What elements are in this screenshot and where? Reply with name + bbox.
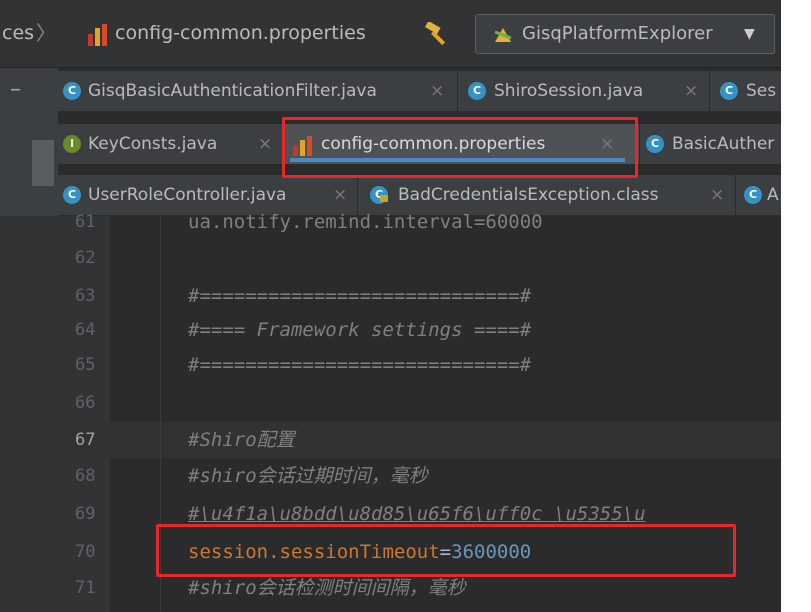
editor-tabs-row-1: C GisqBasicAuthenticationFilter.java × C… [58, 71, 781, 111]
class-icon: C [63, 186, 81, 204]
tab-label: GisqBasicAuthenticationFilter.java [88, 81, 377, 101]
interface-icon: I [63, 135, 81, 153]
run-config-icon [493, 26, 513, 44]
tab-ses[interactable]: C Ses [710, 71, 781, 111]
close-icon[interactable]: × [684, 71, 698, 111]
chevron-down-icon[interactable]: ▼ [744, 15, 755, 53]
code-comment: #shiro会话过期时间，毫秒 [188, 465, 428, 487]
breadcrumb-segment[interactable]: ces [2, 0, 34, 67]
scrollbar-thumb[interactable] [32, 140, 54, 186]
class-icon: C [744, 186, 762, 204]
line-number: 65 [75, 355, 96, 375]
breadcrumb-file[interactable]: config-common.properties [115, 0, 366, 67]
run-config-label: GisqPlatformExplorer [522, 23, 713, 44]
line-number: 69 [75, 504, 96, 524]
code-line-63[interactable]: 63 #============================# [0, 278, 781, 314]
line-number: 63 [75, 286, 96, 306]
run-configuration-selector[interactable]: GisqPlatformExplorer ▼ [475, 14, 775, 54]
line-number: 68 [75, 466, 96, 486]
close-icon[interactable]: × [430, 71, 444, 111]
line-number: 62 [75, 248, 96, 268]
code-comment: #==== Framework settings ====# [188, 319, 532, 341]
code-line-66[interactable]: 66 [0, 385, 781, 421]
class-icon: C [63, 82, 81, 100]
code-text: ua.notify.remind.interval=60000 [188, 211, 543, 233]
tab-label: BasicAuther [672, 134, 775, 154]
line-number: 71 [75, 578, 96, 598]
code-comment: #============================# [188, 285, 532, 307]
collapse-icon[interactable]: – [10, 73, 21, 107]
code-line-65[interactable]: 65 #============================# [0, 347, 781, 383]
breadcrumb-separator: 〉 [36, 21, 56, 45]
code-comment: #============================# [188, 354, 532, 376]
navigation-bar: ces 〉 config-common.properties GisqPlatf… [0, 0, 781, 68]
code-line-67[interactable]: 67 #Shiro配置 [0, 422, 781, 458]
line-number: 61 [75, 212, 96, 232]
annotation-box-session-timeout [156, 524, 736, 577]
code-line-64[interactable]: 64 #==== Framework settings ====# [0, 312, 781, 348]
tab-shiro-session[interactable]: C ShiroSession.java × [458, 71, 710, 111]
code-line-62[interactable]: 62 [0, 240, 781, 276]
line-number: 67 [75, 430, 96, 450]
hammer-icon[interactable] [424, 20, 452, 46]
line-number: 64 [75, 320, 96, 340]
close-icon[interactable]: × [258, 124, 272, 164]
code-line-61[interactable]: 61 ua.notify.remind.interval=60000 [0, 204, 781, 240]
tab-key-consts[interactable]: I KeyConsts.java × [58, 124, 284, 164]
code-line-68[interactable]: 68 #shiro会话过期时间，毫秒 [0, 458, 781, 494]
tab-label: Ses [746, 81, 777, 101]
code-comment: #Shiro配置 [188, 429, 295, 451]
tab-basic-auther[interactable]: C BasicAuther [640, 124, 781, 164]
tab-gisq-basic-authentication-filter[interactable]: C GisqBasicAuthenticationFilter.java × [58, 71, 458, 111]
lock-icon [380, 195, 388, 202]
properties-file-icon [88, 24, 110, 46]
tab-label: ShiroSession.java [494, 81, 644, 101]
line-number: 66 [75, 393, 96, 413]
class-icon: C [646, 135, 664, 153]
ide-window: ces 〉 config-common.properties GisqPlatf… [0, 0, 781, 612]
class-icon: C [720, 82, 738, 100]
annotation-box-tab [282, 117, 638, 178]
class-icon: C [468, 82, 486, 100]
line-number: 70 [75, 542, 96, 562]
tab-label: KeyConsts.java [88, 134, 218, 154]
